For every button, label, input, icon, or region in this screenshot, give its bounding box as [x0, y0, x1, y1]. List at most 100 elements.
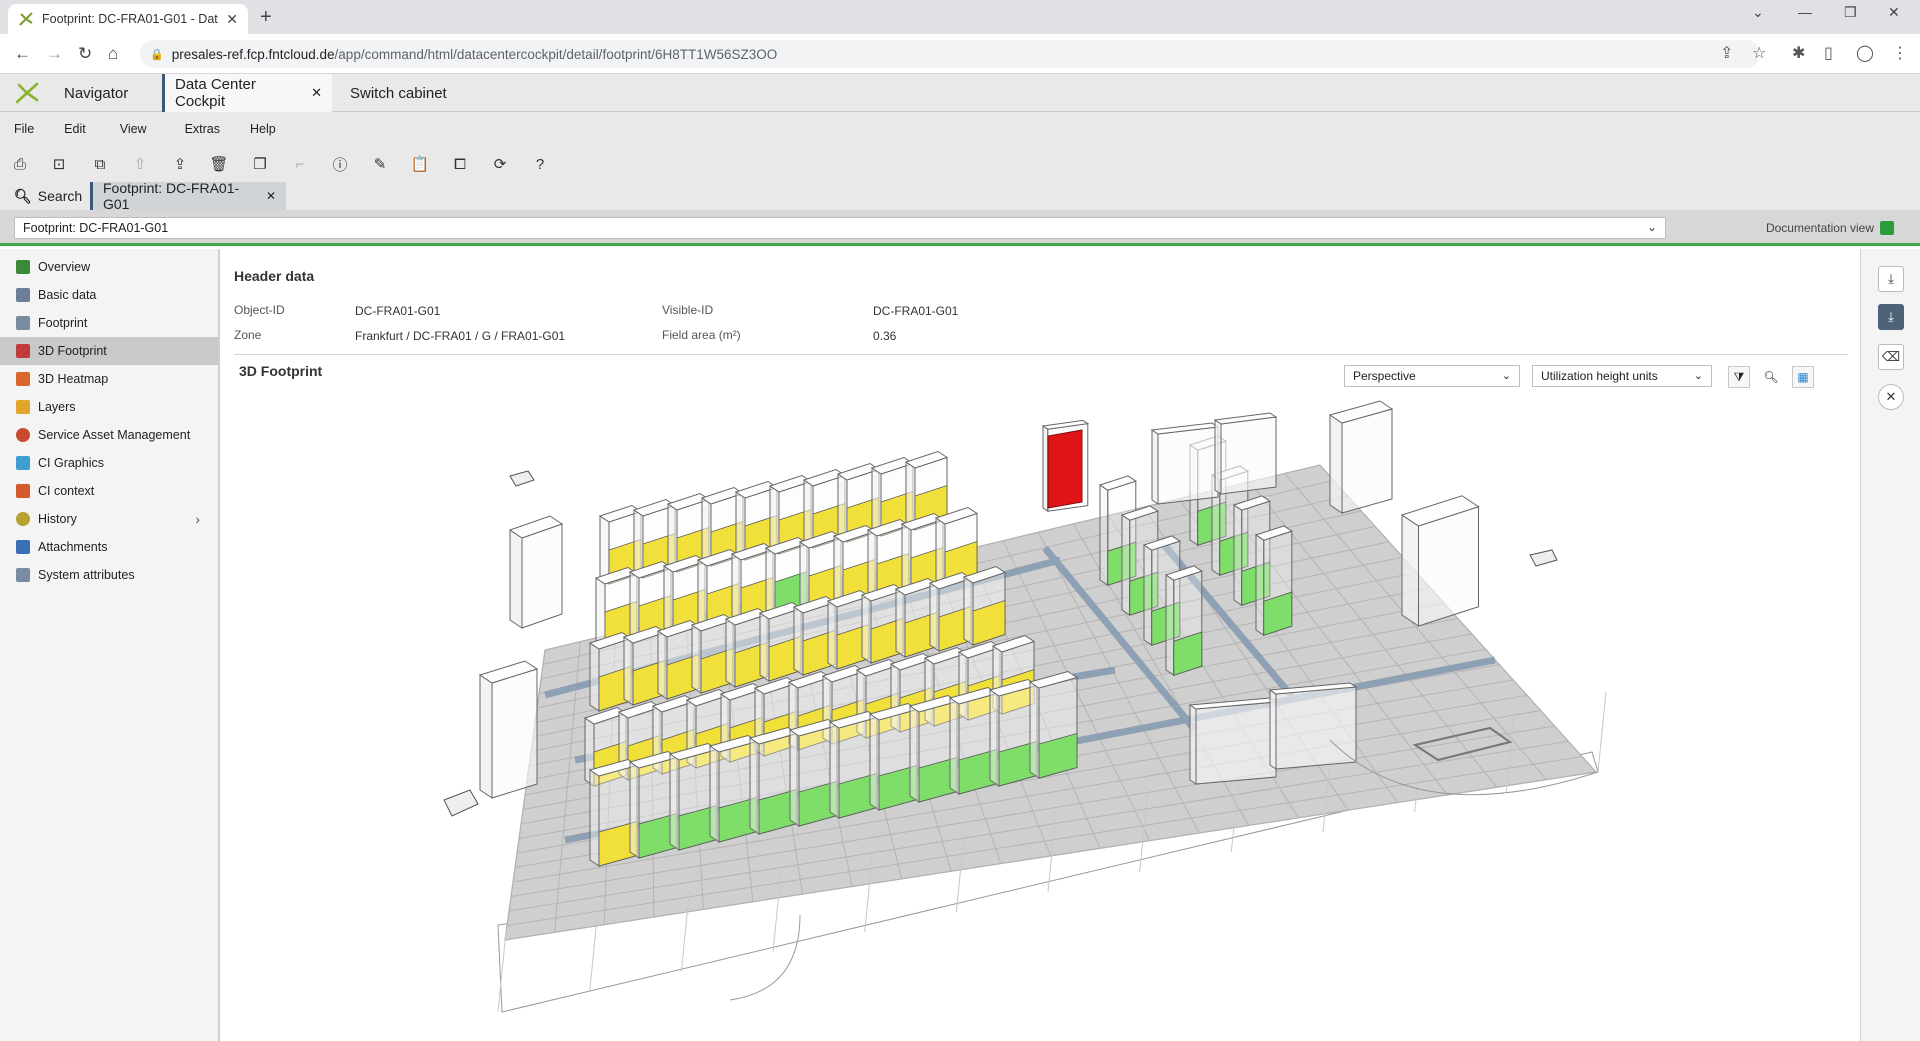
nav-3d-heatmap[interactable]: 3D Heatmap	[0, 365, 218, 393]
rack-side	[1151, 429, 1159, 505]
rack-side	[589, 642, 600, 712]
rack-side	[827, 600, 838, 670]
url-bar[interactable]: 🔒 presales-ref.fcp.fntcloud.de/app/comma…	[140, 40, 1760, 68]
nav-attachments[interactable]: Attachments	[0, 533, 218, 561]
nav-layers[interactable]: Layers	[0, 393, 218, 421]
field-area-value: 0.36	[873, 329, 897, 343]
chrome-menu-icon[interactable]: ⋮	[1892, 43, 1908, 63]
rack-side	[749, 737, 760, 835]
tab-footprint[interactable]: Footprint: DC-FRA01-G01 ✕	[90, 180, 286, 212]
tab-search[interactable]: 🔍︎ Search	[4, 182, 92, 210]
menu-edit[interactable]: Edit	[64, 122, 86, 136]
home-icon[interactable]: ⌂	[108, 44, 118, 64]
new-tab-icon[interactable]: +	[260, 6, 272, 29]
close-footprint-tab-icon[interactable]: ✕	[266, 189, 276, 203]
tab-navigator[interactable]: Navigator	[4, 74, 160, 112]
rack-side	[709, 745, 720, 843]
projection-select[interactable]: Perspective ⌄	[1344, 365, 1520, 387]
rack-side	[1214, 419, 1222, 495]
clipboard-icon[interactable]: 📋	[410, 154, 430, 174]
layout-view-button[interactable]: ▦	[1792, 366, 1814, 388]
nav-3d-footprint[interactable]: 3D Footprint	[0, 337, 218, 365]
info-icon[interactable]: ⓘ	[330, 154, 350, 174]
rack-side	[1401, 514, 1419, 627]
field-area-label: Field area (m²)	[662, 328, 741, 342]
zoom-button[interactable]: 🔍︎	[1760, 366, 1782, 388]
nav-ci-context-label: CI context	[38, 484, 95, 498]
browser-tab[interactable]: Footprint: DC-FRA01-G01 - Data ✕	[8, 4, 248, 34]
link-disabled-icon[interactable]: ⌐	[290, 154, 310, 174]
clear-button[interactable]: ⌫	[1878, 344, 1904, 370]
menu-extras[interactable]: Extras	[185, 122, 220, 136]
window-close-icon[interactable]: ✕	[1888, 4, 1900, 21]
sidepanel-icon[interactable]: ▯	[1824, 43, 1833, 63]
upload-icon[interactable]: ⇪	[170, 154, 190, 174]
menu-file[interactable]: File	[14, 122, 34, 136]
profile-avatar-icon[interactable]: ◯	[1856, 43, 1874, 63]
rack-side	[895, 588, 906, 658]
rack-front	[1341, 408, 1393, 514]
rack-side	[901, 523, 912, 593]
edit-filter-button[interactable]: ⧩	[1728, 366, 1750, 388]
extensions-icon[interactable]: ✱	[1792, 43, 1805, 63]
object-selector[interactable]: Footprint: DC-FRA01-G01 ⌄	[14, 217, 1666, 239]
nav-basic-data[interactable]: Basic data	[0, 281, 218, 309]
3d-footprint-viewport[interactable]	[222, 399, 1858, 1039]
3d-footprint-icon	[16, 344, 30, 358]
coloring-select[interactable]: Utilization height units ⌄	[1532, 365, 1712, 387]
close-cockpit-tab-icon[interactable]: ✕	[311, 85, 322, 101]
rack-side	[1255, 534, 1265, 637]
window-icon[interactable]: ⧠	[450, 154, 470, 174]
menu-view[interactable]: View	[120, 122, 147, 136]
nav-ci-graphics-label: CI Graphics	[38, 456, 104, 470]
nav-system-attributes[interactable]: System attributes	[0, 561, 218, 589]
rack-side	[1233, 504, 1243, 607]
share-icon[interactable]: ⇪	[1720, 43, 1733, 63]
rack-side	[869, 713, 880, 811]
nav-overview[interactable]: Overview	[0, 253, 218, 281]
tab-footprint-label: Footprint: DC-FRA01-G01	[103, 180, 240, 212]
nav-footprint[interactable]: Footprint	[0, 309, 218, 337]
new-object-icon[interactable]: ⊡	[49, 154, 69, 174]
zone-value: Frankfurt / DC-FRA01 / G / FRA01-G01	[355, 329, 566, 343]
layout-grid-icon: ▦	[1797, 370, 1809, 384]
object-id-value: DC-FRA01-G01	[355, 304, 441, 318]
delete-icon[interactable]: 🗑	[209, 154, 229, 174]
bookmark-star-icon[interactable]: ☆	[1752, 43, 1766, 63]
cancel-button[interactable]: ✕	[1878, 384, 1904, 410]
reload-icon[interactable]: ↻	[78, 44, 92, 64]
minimize-icon[interactable]: —	[1798, 4, 1812, 20]
back-icon[interactable]: ←	[14, 44, 31, 64]
zoom-magnifier-icon: 🔍︎	[1763, 370, 1779, 384]
copy-object-icon[interactable]: ⧉	[90, 154, 110, 174]
tab-switch-label: Switch cabinet	[350, 84, 447, 102]
tab-navigator-label: Navigator	[64, 84, 129, 102]
nav-history[interactable]: History ›	[0, 505, 218, 533]
nav-ci-graphics[interactable]: CI Graphics	[0, 449, 218, 477]
app-tabbar: Navigator Data Center Cockpit ✕ Switch c…	[0, 74, 1920, 112]
tab-data-center-cockpit[interactable]: Data Center Cockpit ✕	[162, 74, 332, 112]
nav-service-asset-management[interactable]: Service Asset Management	[0, 421, 218, 449]
close-tab-icon[interactable]: ✕	[226, 11, 238, 28]
rack-front	[1275, 686, 1357, 770]
documentation-view-label: Documentation view	[1765, 221, 1874, 235]
forward-icon[interactable]: →	[46, 44, 63, 64]
export-disabled-icon[interactable]: ⇧	[130, 154, 150, 174]
help-icon[interactable]: ?	[530, 154, 550, 174]
tab-search-icon[interactable]: ⌄	[1752, 4, 1764, 21]
download-active-button[interactable]: ⤓	[1878, 304, 1904, 330]
documentation-view-toggle[interactable]: Documentation view	[1766, 221, 1894, 235]
object-selector-bar: Footprint: DC-FRA01-G01 ⌄ Documentation …	[0, 210, 1920, 246]
tab-switch-cabinet[interactable]: Switch cabinet	[340, 74, 457, 112]
menu-help[interactable]: Help	[250, 122, 276, 136]
edit-pen-icon[interactable]: ✎	[370, 154, 390, 174]
nav-system-attributes-label: System attributes	[38, 568, 135, 582]
refresh-icon[interactable]: ⟳	[490, 154, 510, 174]
download-button[interactable]: ⤓	[1878, 266, 1904, 292]
rack-side	[829, 721, 840, 819]
browser-tabstrip: Footprint: DC-FRA01-G01 - Data ✕ + ⌄ — ❐…	[0, 0, 1920, 34]
duplicate-icon[interactable]: ❐	[250, 154, 270, 174]
print-icon[interactable]: ⎙	[10, 154, 30, 174]
restore-icon[interactable]: ❐	[1844, 4, 1857, 21]
nav-ci-context[interactable]: CI context	[0, 477, 218, 505]
